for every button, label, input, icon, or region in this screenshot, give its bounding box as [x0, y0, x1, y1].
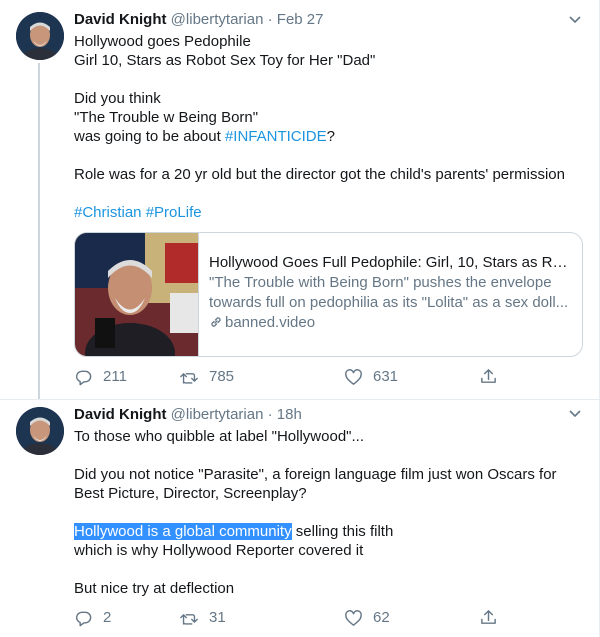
avatar[interactable] [16, 12, 64, 60]
chevron-down-icon[interactable] [568, 12, 582, 26]
tweet-timestamp[interactable]: Feb 27 [277, 11, 324, 28]
tweet-text-line: To those who quibble at label "Hollywood… [74, 428, 364, 445]
retweet-button[interactable]: 31 [179, 608, 226, 628]
author-handle[interactable]: @libertytarian [171, 406, 264, 423]
retweet-icon [180, 613, 198, 625]
chevron-down-icon[interactable] [568, 406, 582, 420]
tweet-text: Hollywood goes Pedophile Girl 10, Stars … [74, 32, 584, 222]
retweet-button[interactable]: 785 [179, 367, 234, 387]
author-name[interactable]: David Knight [74, 406, 167, 423]
tweet-timestamp[interactable]: 18h [277, 406, 302, 423]
tweet-text-line: Best Picture, Director, Screenplay? [74, 485, 307, 502]
card-domain-text: banned.video [225, 314, 316, 331]
card-text: Hollywood Goes Full Pedophile: Girl, 10,… [209, 253, 572, 333]
reply-button[interactable]: 211 [74, 367, 127, 387]
tweet-text-line: was going to be about #INFANTICIDE? [74, 127, 584, 146]
reply-count: 2 [103, 609, 112, 626]
hashtag-line: #Christian #ProLife [74, 203, 584, 222]
tweet-header: David Knight @libertytarian · 18h [74, 405, 576, 425]
retweet-count: 785 [209, 368, 235, 385]
card-thumbnail [75, 233, 199, 356]
avatar[interactable] [16, 407, 64, 455]
tweet-text-line: Did you think [74, 90, 161, 107]
header-separator: · [267, 11, 273, 28]
card-description: "The Trouble with Being Born" pushes the… [209, 274, 569, 311]
hashtag-link[interactable]: #ProLife [146, 204, 202, 221]
reply-icon [75, 370, 92, 385]
like-button[interactable]: 62 [344, 608, 390, 628]
selected-text: Hollywood is a global community [74, 523, 292, 540]
like-icon [345, 609, 362, 626]
tweet[interactable]: David Knight @libertytarian · 18h To tho… [0, 400, 600, 637]
share-button[interactable] [479, 367, 498, 386]
card-title: Hollywood Goes Full Pedophile: Girl, 10,… [209, 254, 572, 271]
retweet-icon [180, 372, 198, 384]
share-button[interactable] [479, 608, 498, 627]
tweet-text: To those who quibble at label "Hollywood… [74, 427, 584, 598]
tweet[interactable]: David Knight @libertytarian · Feb 27 Hol… [0, 0, 600, 400]
card-domain: banned.video [209, 313, 572, 333]
tweet-text-line: But nice try at deflection [74, 580, 235, 597]
share-icon [481, 610, 496, 624]
author-name[interactable]: David Knight [74, 11, 167, 28]
link-preview-card[interactable]: Hollywood Goes Full Pedophile: Girl, 10,… [74, 232, 583, 357]
reply-button[interactable]: 2 [74, 608, 111, 628]
link-icon [211, 317, 221, 327]
tweet-text-line: Did you not notice "Parasite", a foreign… [74, 466, 557, 483]
tweet-text-line: Hollywood goes Pedophile [74, 33, 251, 50]
like-count: 62 [373, 609, 390, 626]
like-button[interactable]: 631 [344, 367, 398, 387]
like-icon [345, 368, 362, 385]
tweet-text-line: which is why Hollywood Reporter covered … [74, 542, 364, 559]
tweet-text-line: Hollywood is a global community selling … [74, 522, 584, 541]
tweet-text-line: "The Trouble w Being Born" [74, 109, 259, 126]
hashtag-link[interactable]: #Christian [74, 204, 142, 221]
reply-icon [75, 611, 92, 626]
reply-count: 211 [103, 368, 127, 385]
tweet-actions: 2 31 62 [74, 608, 514, 628]
author-handle[interactable]: @libertytarian [171, 11, 264, 28]
tweet-actions: 211 785 631 [74, 367, 514, 387]
tweet-text-line: Girl 10, Stars as Robot Sex Toy for Her … [74, 52, 376, 69]
share-icon [481, 369, 496, 383]
retweet-count: 31 [209, 609, 226, 626]
header-separator: · [267, 406, 273, 423]
tweet-text-fragment: ? [326, 128, 335, 145]
tweet-text-line: Role was for a 20 yr old but the directo… [74, 166, 565, 183]
tweet-header: David Knight @libertytarian · Feb 27 [74, 10, 576, 30]
like-count: 631 [373, 368, 399, 385]
tweet-text-fragment: selling this filth [291, 523, 394, 540]
tweet-text-fragment: was going to be about [74, 128, 225, 145]
hashtag-link[interactable]: #INFANTICIDE [225, 128, 327, 145]
